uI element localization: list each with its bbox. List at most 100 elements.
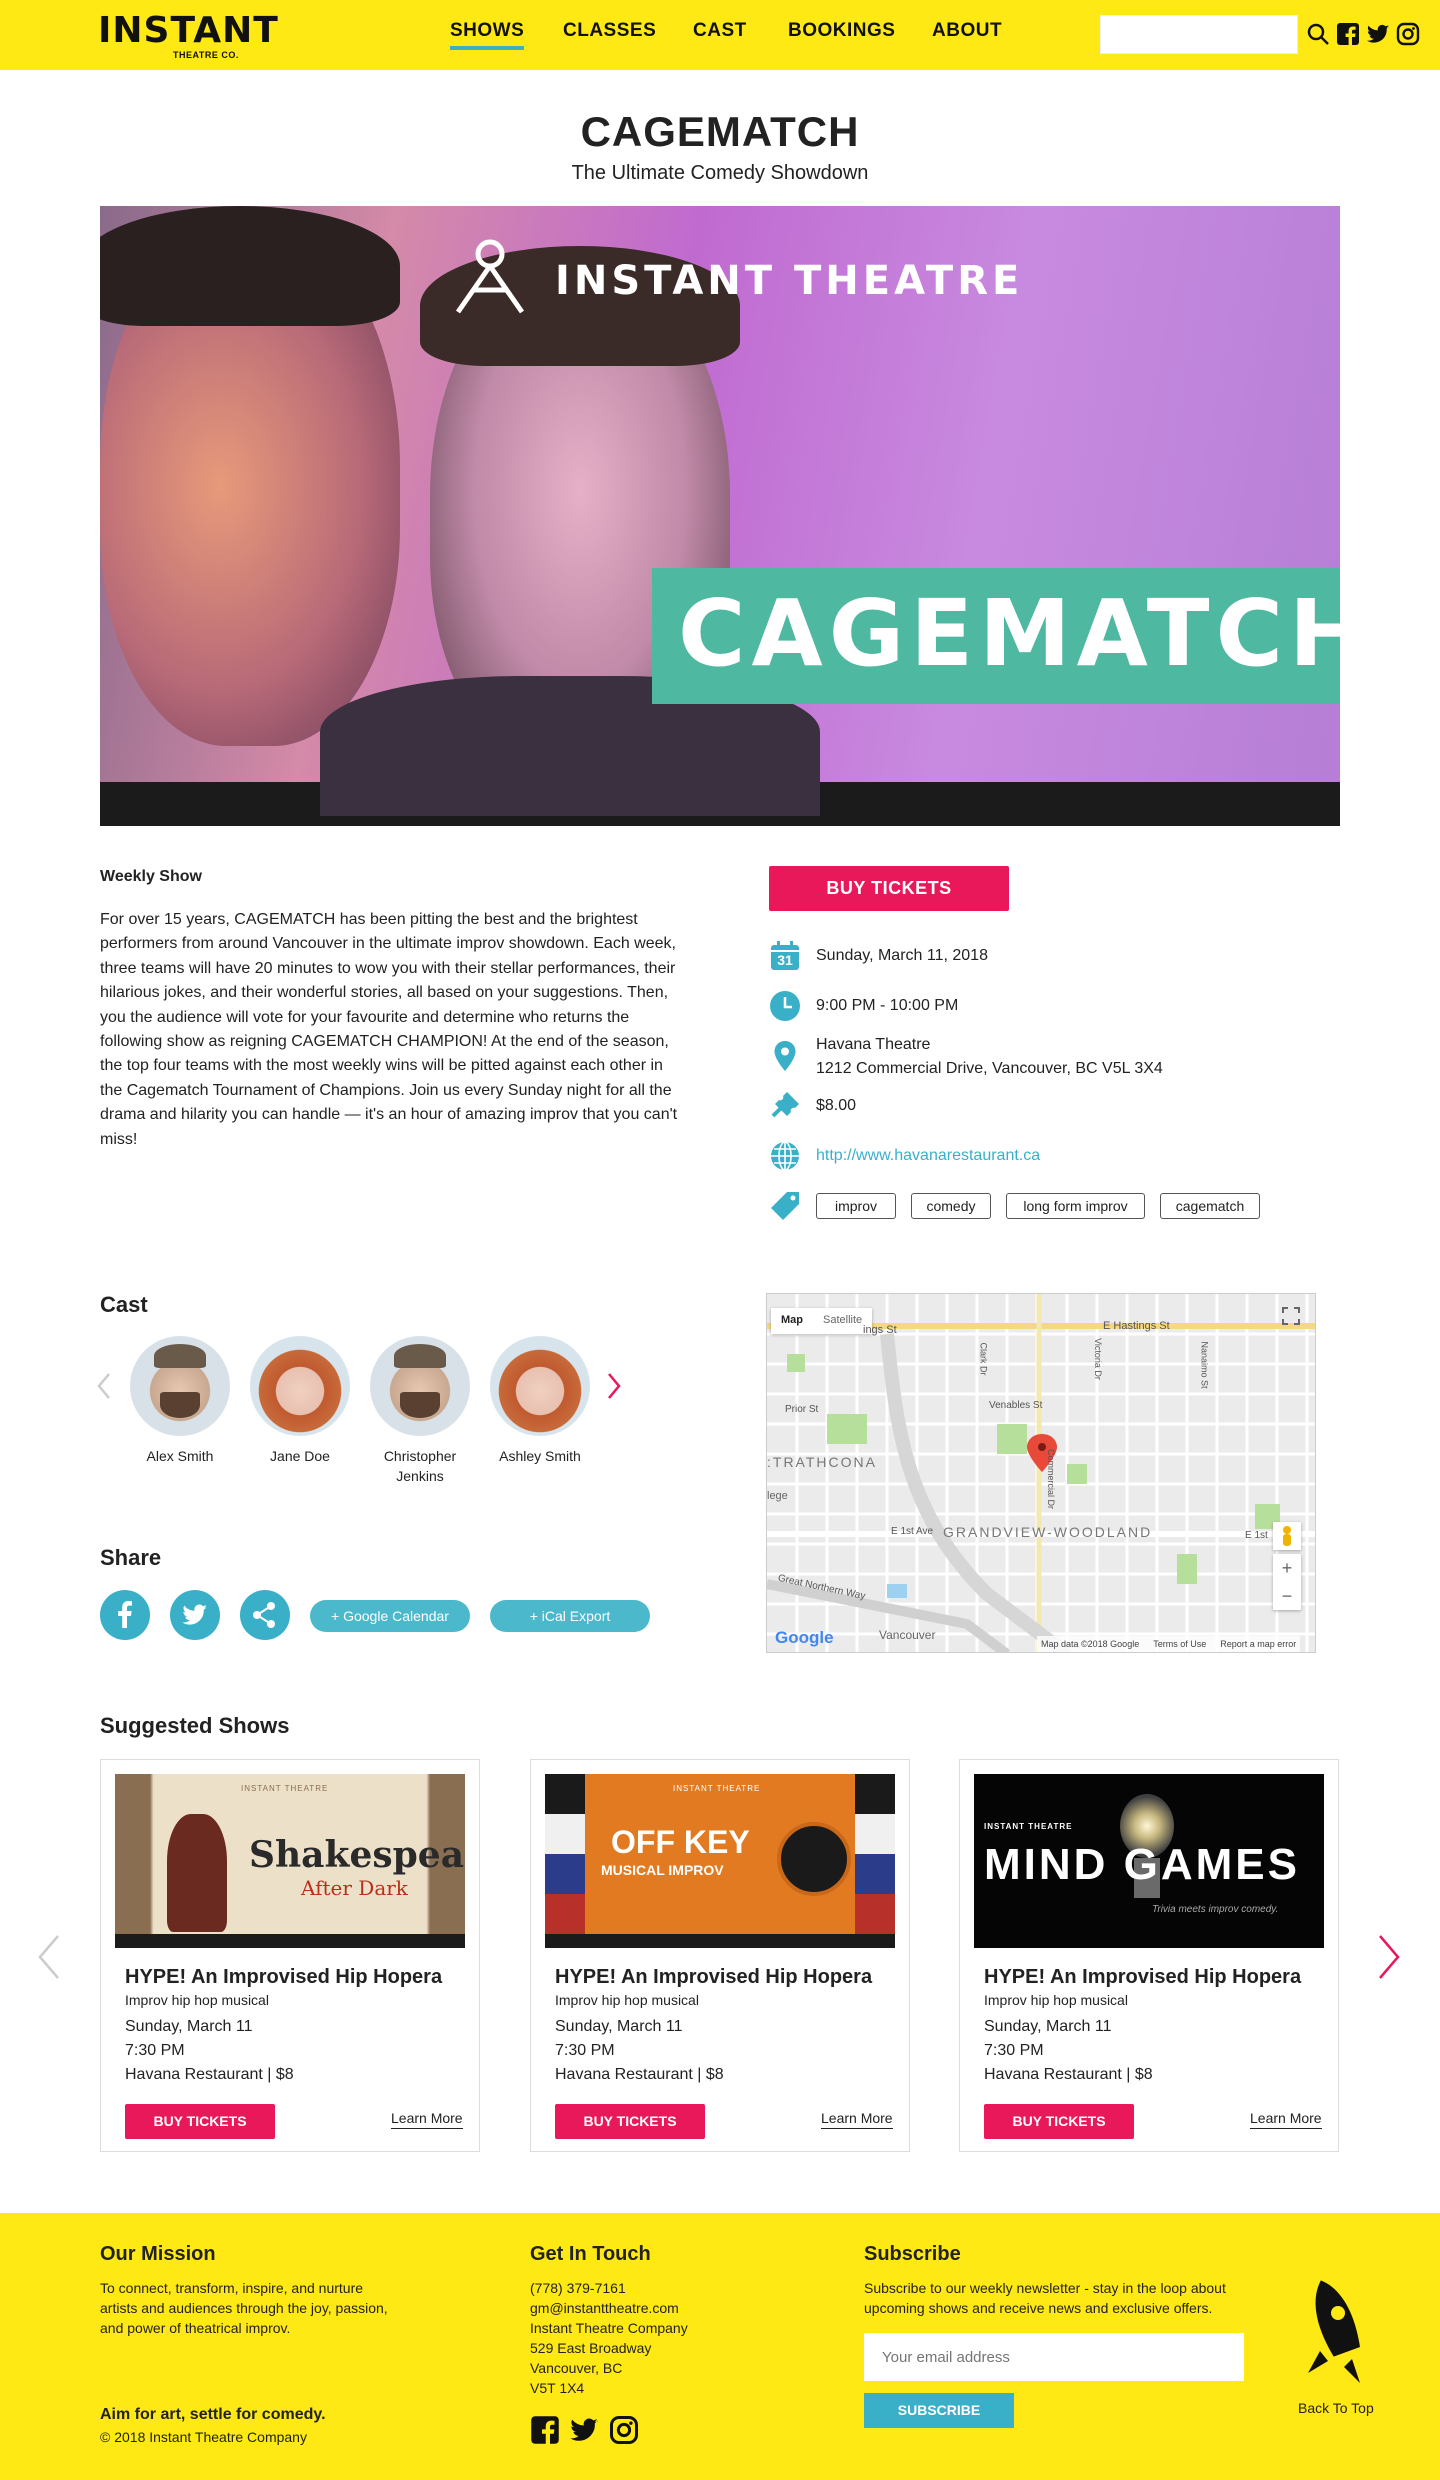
map-tab-map[interactable]: Map: [771, 1308, 813, 1334]
suggested-show-card[interactable]: INSTANT THEATRE OFF KEY MUSICAL IMPROV H…: [530, 1759, 910, 2152]
nav-about[interactable]: ABOUT: [932, 20, 1002, 42]
suggested-show-card[interactable]: INSTANT THEATRE MIND GAMES Trivia meets …: [959, 1759, 1339, 2152]
cast-name[interactable]: Christopher Jenkins: [360, 1446, 480, 1486]
venue-map[interactable]: Map Satellite ings St E Hastings St Prio…: [766, 1293, 1316, 1653]
share-heading: Share: [100, 1545, 162, 1570]
cast-name[interactable]: Alex Smith: [120, 1446, 240, 1466]
map-zoom-out-button[interactable]: −: [1273, 1582, 1301, 1610]
share-facebook-button[interactable]: [100, 1590, 150, 1640]
card-image-brand: INSTANT THEATRE: [241, 1784, 329, 1793]
card-time: 7:30 PM: [555, 2042, 615, 2059]
suggested-prev-arrow-icon[interactable]: [36, 1934, 62, 1980]
cast-name[interactable]: Jane Doe: [240, 1446, 360, 1466]
hero-banner: INSTANT THEATRE CAGEMATCH: [100, 206, 1340, 826]
facebook-icon[interactable]: [1336, 22, 1360, 46]
rocket-icon[interactable]: [1300, 2273, 1380, 2393]
cast-next-arrow-icon[interactable]: [606, 1372, 622, 1400]
nav-cast[interactable]: CAST: [693, 20, 747, 42]
card-time: 7:30 PM: [125, 2042, 185, 2059]
hero-brand-text: INSTANT THEATRE: [555, 258, 1024, 304]
card-buy-tickets-button[interactable]: BUY TICKETS: [984, 2104, 1134, 2139]
map-report-link[interactable]: Report a map error: [1220, 1636, 1296, 1652]
twitter-icon: [182, 1604, 207, 1625]
google-logo: Google: [775, 1628, 834, 1647]
map-label: ings St: [863, 1324, 897, 1336]
twitter-icon[interactable]: [569, 2415, 599, 2445]
show-time: 9:00 PM - 10:00 PM: [816, 997, 959, 1014]
venue-website-link[interactable]: http://www.havanarestaurant.ca: [816, 1147, 1040, 1165]
search-input[interactable]: [1100, 15, 1298, 54]
nav-shows[interactable]: SHOWS: [450, 20, 525, 50]
card-learn-more-link[interactable]: Learn More: [821, 2110, 893, 2129]
nav-classes[interactable]: CLASSES: [563, 20, 656, 42]
tag-cagematch[interactable]: cagematch: [1160, 1193, 1260, 1219]
card-date: Sunday, March 11: [984, 2018, 1112, 2035]
tag-comedy[interactable]: comedy: [911, 1193, 991, 1219]
clock-icon: [770, 991, 800, 1021]
page-subtitle: The Ultimate Comedy Showdown: [571, 162, 869, 184]
show-date: Sunday, March 11, 2018: [816, 947, 988, 964]
cast-heading: Cast: [100, 1292, 148, 1317]
map-fullscreen-icon[interactable]: [1281, 1306, 1301, 1326]
instagram-icon[interactable]: [609, 2415, 639, 2445]
card-date: Sunday, March 11: [125, 2018, 253, 2035]
instant-theatre-logo-icon: [455, 239, 525, 314]
tag-long-form-improv[interactable]: long form improv: [1006, 1193, 1145, 1219]
contact-email[interactable]: gm@instanttheatre.com: [530, 2298, 679, 2318]
share-twitter-button[interactable]: [170, 1590, 220, 1640]
cast-avatar-christopher-jenkins[interactable]: [370, 1336, 470, 1436]
cast-prev-arrow-icon[interactable]: [96, 1372, 112, 1400]
pegman-icon[interactable]: [1273, 1522, 1301, 1550]
instagram-icon[interactable]: [1396, 22, 1420, 46]
search-icon[interactable]: [1306, 22, 1330, 46]
subscribe-heading: Subscribe: [864, 2243, 961, 2265]
tag-improv[interactable]: improv: [816, 1193, 896, 1219]
map-zoom-in-button[interactable]: +: [1273, 1554, 1301, 1582]
card-subtitle: Improv hip hop musical: [984, 1992, 1128, 2008]
show-description: For over 15 years, CAGEMATCH has been pi…: [100, 911, 678, 1148]
card-venue: Havana Restaurant | $8: [984, 2066, 1153, 2083]
card-title[interactable]: HYPE! An Improvised Hip Hopera: [984, 1966, 1301, 1989]
google-calendar-button[interactable]: + Google Calendar: [310, 1600, 470, 1632]
card-buy-tickets-button[interactable]: BUY TICKETS: [125, 2104, 275, 2139]
subscribe-text: Subscribe to our weekly newsletter - sta…: [864, 2280, 1226, 2316]
cast-avatar-jane-doe[interactable]: [250, 1336, 350, 1436]
card-learn-more-link[interactable]: Learn More: [1250, 2110, 1322, 2129]
contact-phone[interactable]: (778) 379-7161: [530, 2278, 626, 2298]
card-title[interactable]: HYPE! An Improvised Hip Hopera: [125, 1966, 442, 1989]
email-field[interactable]: [864, 2333, 1244, 2381]
mission-text: To connect, transform, inspire, and nurt…: [100, 2280, 388, 2336]
card-buy-tickets-button[interactable]: BUY TICKETS: [555, 2104, 705, 2139]
logo-main-text: INSTANT: [98, 10, 279, 51]
subscribe-button[interactable]: SUBSCRIBE: [864, 2393, 1014, 2428]
back-to-top-link[interactable]: Back To Top: [1298, 2400, 1374, 2416]
card-learn-more-link[interactable]: Learn More: [391, 2110, 463, 2129]
site-footer: Our Mission To connect, transform, inspi…: [0, 2213, 1440, 2480]
contact-street: 529 East Broadway: [530, 2340, 652, 2356]
buy-tickets-button[interactable]: BUY TICKETS: [769, 866, 1009, 911]
suggested-next-arrow-icon[interactable]: [1376, 1934, 1402, 1980]
card-image-title: MIND GAMES: [984, 1840, 1300, 1889]
map-label: Vancouver: [879, 1628, 936, 1642]
show-image: INSTANT THEATRE Shakespeare After Dark: [115, 1774, 465, 1948]
nav-bookings[interactable]: BOOKINGS: [788, 20, 895, 42]
site-logo[interactable]: INSTANT THEATRE CO.: [98, 10, 278, 62]
cast-avatar-alex-smith[interactable]: [130, 1336, 230, 1436]
card-image-subtitle: After Dark: [301, 1876, 408, 1900]
card-venue: Havana Restaurant | $8: [555, 2066, 724, 2083]
share-generic-button[interactable]: [240, 1590, 290, 1640]
twitter-icon[interactable]: [1366, 22, 1390, 46]
ical-export-button[interactable]: + iCal Export: [490, 1600, 650, 1632]
cast-name[interactable]: Ashley Smith: [480, 1446, 600, 1466]
logo-sub-text: THEATRE CO.: [173, 50, 239, 60]
contact-company: Instant Theatre Company: [530, 2320, 688, 2336]
map-label: GRANDVIEW-WOODLAND: [943, 1524, 1153, 1540]
cast-avatar-ashley-smith[interactable]: [490, 1336, 590, 1436]
map-terms-link[interactable]: Terms of Use: [1153, 1636, 1206, 1652]
suggested-show-card[interactable]: INSTANT THEATRE Shakespeare After Dark H…: [100, 1759, 480, 2152]
card-title[interactable]: HYPE! An Improvised Hip Hopera: [555, 1966, 872, 1989]
globe-icon: [771, 1141, 799, 1171]
show-image: INSTANT THEATRE MIND GAMES Trivia meets …: [974, 1774, 1324, 1948]
facebook-icon[interactable]: [530, 2415, 560, 2445]
card-image-brand: INSTANT THEATRE: [673, 1784, 761, 1793]
